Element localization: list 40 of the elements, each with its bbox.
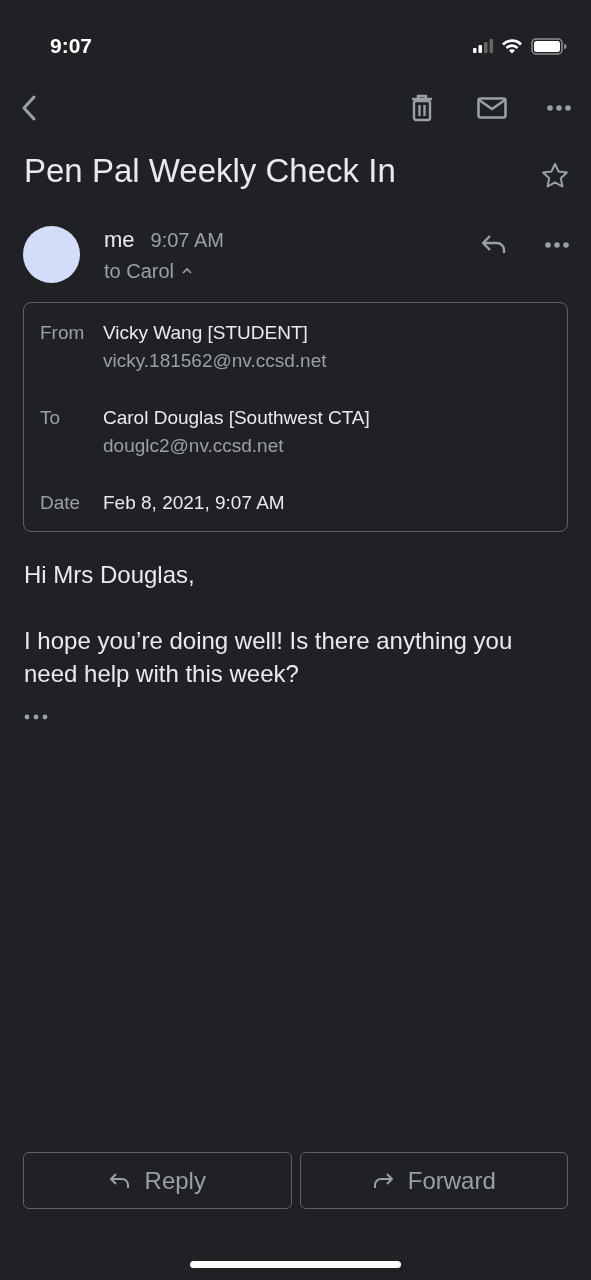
detail-name: Feb 8, 2021, 9:07 AM [103,490,285,515]
back-icon [22,95,36,121]
reply-icon [481,233,507,254]
back-button[interactable] [22,95,36,121]
message-paragraph: I hope you’re doing well! Is there anything you need help with this week? [24,626,514,690]
more-icon [545,241,569,248]
detail-label: From [40,320,86,345]
detail-name: Vicky Wang [STUDENT] [103,320,309,345]
status-time: 9:07 [50,33,93,60]
forward-icon [371,1171,394,1190]
reply-button[interactable]: Reply [23,1152,292,1209]
wifi-icon [501,38,523,54]
more-button[interactable] [547,105,571,111]
message-paragraph: Hi Mrs Douglas, [24,560,196,590]
reply-button[interactable] [481,233,507,254]
battery-icon [531,37,567,55]
avatar [23,225,80,283]
envelope-icon [477,97,507,119]
more-icon [547,105,571,111]
detail-email: vicky.181562@nv.ccsd.net [103,349,327,373]
delete-button[interactable] [411,94,433,122]
recipients-toggle[interactable]: to Carol [104,255,193,286]
show-trimmed-button[interactable] [24,714,48,720]
star-icon [541,162,569,189]
signal-icon [473,39,493,53]
caret-up-icon [182,267,193,274]
ellipsis-icon [24,714,48,720]
trash-icon [411,94,433,122]
detail-name: Carol Douglas [Southwest CTA] [103,405,370,430]
mark-unread-button[interactable] [477,97,507,119]
reply-icon [108,1171,131,1190]
detail-label: To [40,405,62,430]
detail-email: douglc2@nv.ccsd.net [103,434,285,458]
sender-name: me [104,225,135,254]
email-subject: Pen Pal Weekly Check In [24,151,396,191]
forward-button[interactable]: Forward [299,1152,568,1209]
detail-label: Date [40,490,82,515]
sent-time: 9:07 AM [150,227,224,253]
star-button[interactable] [541,162,569,189]
message-more-button[interactable] [545,241,569,248]
